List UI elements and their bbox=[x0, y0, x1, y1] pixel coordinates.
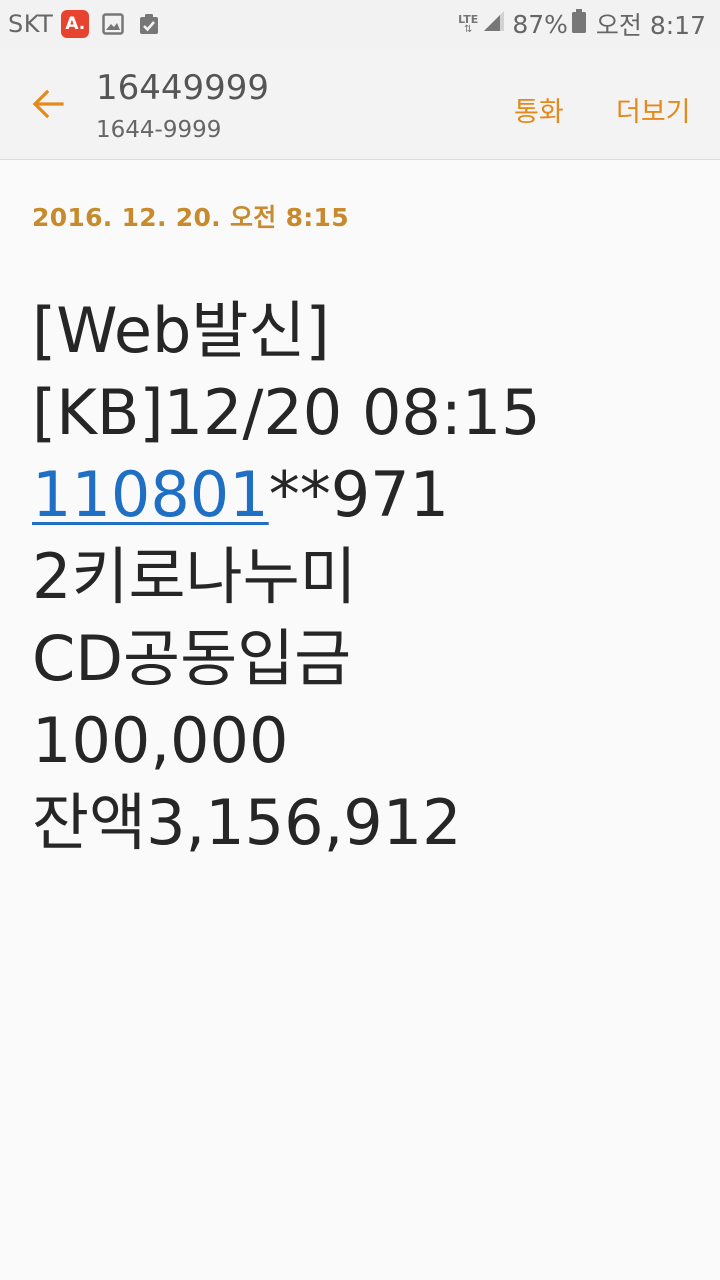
message-body: [Web발신] [KB]12/20 08:15 110801**971 2키로나… bbox=[32, 290, 692, 864]
message-line: 100,000 bbox=[32, 704, 289, 777]
data-arrows-icon: ⇅ bbox=[464, 23, 473, 35]
message-line: 잔액3,156,912 bbox=[32, 786, 462, 859]
status-right: LTE ⇅ 87% 오전 8:17 bbox=[458, 6, 706, 42]
battery-icon bbox=[571, 9, 586, 39]
message-line: [Web발신] bbox=[32, 294, 330, 367]
message-line: 2키로나누미 bbox=[32, 540, 357, 613]
message-line: CD공동입금 bbox=[32, 622, 352, 695]
lte-indicator: LTE ⇅ bbox=[458, 14, 478, 35]
clipboard-check-icon bbox=[135, 10, 163, 38]
message-date: 2016. 12. 20. 오전 8:15 bbox=[32, 203, 349, 232]
image-icon bbox=[99, 10, 127, 38]
battery-percent: 87% bbox=[512, 9, 568, 39]
back-button[interactable] bbox=[26, 82, 70, 126]
carrier-label: SKT bbox=[8, 10, 54, 38]
status-clock: 오전 8:17 bbox=[595, 11, 706, 40]
status-bar: SKT A. LTE ⇅ 87% 오전 8:17 bbox=[0, 0, 720, 48]
message-line: [KB]12/20 08:15 bbox=[32, 376, 541, 449]
message-line-account: 110801**971 bbox=[32, 454, 692, 536]
back-arrow-icon bbox=[32, 89, 64, 119]
network-type: LTE bbox=[458, 12, 479, 26]
more-button[interactable]: 더보기 bbox=[616, 90, 691, 129]
status-left: SKT A. bbox=[8, 10, 171, 38]
account-number-masked: **971 bbox=[268, 458, 450, 531]
conversation-header: 16449999 1644-9999 통화 더보기 bbox=[0, 48, 720, 160]
contact-name: 16449999 bbox=[96, 68, 270, 108]
contact-number: 1644-9999 bbox=[96, 117, 222, 143]
account-number-link[interactable]: 110801 bbox=[32, 458, 269, 531]
signal-icon bbox=[482, 9, 506, 39]
call-button[interactable]: 통화 bbox=[514, 90, 564, 129]
app-a-icon: A. bbox=[61, 10, 90, 38]
